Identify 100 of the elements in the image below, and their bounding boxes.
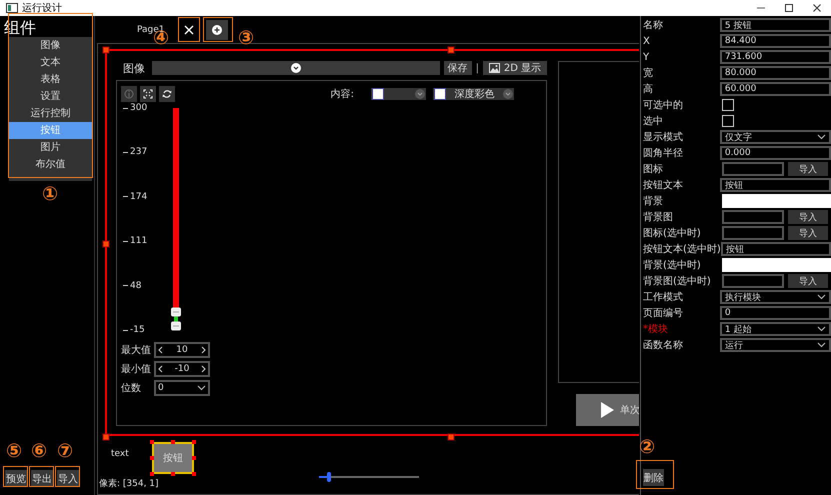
property-label: 显示模式	[642, 130, 684, 144]
annotation-number: ③	[238, 28, 254, 48]
annotation-frame	[55, 466, 80, 487]
setting-label: 位数	[121, 382, 142, 395]
annotation-frame	[29, 466, 54, 487]
import-button[interactable]: 导入	[788, 210, 828, 224]
annotation-number: ②	[639, 437, 656, 457]
number-spinner[interactable]: 10	[154, 342, 210, 358]
resize-handle[interactable]	[102, 434, 110, 440]
chevron-down-icon[interactable]	[817, 134, 826, 140]
component-item[interactable]: 表格	[9, 71, 92, 88]
chevron-down-icon[interactable]	[817, 342, 826, 348]
property-field[interactable]: 80.000	[720, 66, 831, 80]
import-button[interactable]: 导入	[788, 226, 828, 240]
resize-handle[interactable]	[192, 472, 196, 476]
component-item[interactable]: 图像	[9, 37, 92, 54]
play-icon	[600, 402, 614, 418]
resize-handle[interactable]	[150, 456, 154, 460]
add-page-button[interactable]	[206, 20, 228, 40]
property-label: 图标	[642, 162, 664, 176]
file-path-field[interactable]	[722, 162, 784, 176]
color-field[interactable]	[722, 194, 831, 208]
resize-handle[interactable]	[171, 440, 175, 444]
property-label: 背景图	[642, 210, 674, 224]
annotation-number: ⑥	[31, 441, 48, 461]
resize-handle[interactable]	[102, 46, 110, 54]
import-button[interactable]: 导入	[788, 274, 828, 288]
file-path-field[interactable]	[722, 274, 784, 288]
annotation-frame	[3, 466, 28, 487]
preview-button[interactable]: 预览	[5, 470, 27, 487]
property-label: Y	[642, 52, 650, 62]
property-dropdown[interactable]: 运行	[720, 338, 831, 352]
fit-screen-icon[interactable]	[143, 89, 153, 99]
scale-tick-label: 111	[130, 236, 148, 246]
resize-handle[interactable]	[192, 456, 196, 460]
chevron-right-icon[interactable]	[200, 365, 206, 373]
property-field[interactable]: 60.000	[720, 82, 831, 96]
component-item[interactable]: 布尔值	[9, 156, 92, 173]
property-field[interactable]: 731.600	[720, 50, 831, 64]
property-dropdown[interactable]: 1 起始	[720, 322, 831, 336]
setting-label: 最小值	[121, 362, 152, 376]
widget-label: 图像	[123, 60, 145, 76]
digits-dropdown[interactable]: 0	[154, 380, 210, 396]
chevron-right-icon[interactable]	[200, 346, 206, 354]
component-item[interactable]: 文本	[9, 54, 92, 71]
component-item[interactable]: 图片	[9, 139, 92, 156]
display-mode-button[interactable]: 2D 显示	[483, 61, 547, 75]
color-field[interactable]	[722, 258, 831, 272]
component-item[interactable]: 运行控制	[9, 105, 92, 122]
property-field[interactable]: 0.000	[720, 146, 831, 160]
property-label: 背景(选中时)	[642, 258, 702, 272]
property-label: 函数名称	[642, 339, 684, 352]
checkbox[interactable]	[722, 99, 734, 111]
refresh-icon[interactable]	[162, 89, 172, 99]
resize-handle[interactable]	[448, 46, 454, 54]
component-item[interactable]: 设置	[9, 88, 92, 105]
annotation-number: ⑤	[6, 441, 22, 461]
file-path-field[interactable]	[722, 226, 784, 240]
resize-handle[interactable]	[192, 440, 196, 444]
resize-handle[interactable]	[150, 472, 154, 476]
property-field[interactable]: 5 按钮	[720, 18, 831, 32]
property-field[interactable]: 按钮	[720, 242, 831, 256]
resize-handle[interactable]	[102, 240, 110, 248]
import-button[interactable]: 导入	[57, 470, 79, 487]
resize-handle[interactable]	[448, 434, 454, 440]
slider-thumb[interactable]	[327, 472, 331, 482]
pixel-readout: 像素: [354, 1]	[99, 478, 159, 490]
property-label: 背景图(选中时)	[642, 274, 712, 288]
scale-tick-label: 237	[130, 147, 148, 158]
property-label: X	[642, 36, 651, 46]
property-label: 名称	[642, 19, 664, 32]
export-button[interactable]: 导出	[31, 470, 53, 487]
chevron-left-icon[interactable]	[158, 346, 163, 354]
property-dropdown[interactable]: 执行模块	[720, 290, 831, 304]
chevron-down-icon	[290, 63, 301, 73]
resize-handle[interactable]	[171, 472, 175, 476]
zoom-slider[interactable]	[319, 472, 419, 482]
maximize-icon[interactable]	[784, 3, 794, 13]
add-icon	[212, 24, 222, 34]
chevron-down-icon[interactable]	[817, 294, 826, 300]
resize-handle[interactable]	[150, 440, 154, 444]
color-swatch	[372, 88, 384, 100]
chevron-left-icon[interactable]	[158, 365, 163, 373]
property-field[interactable]: 84.400	[720, 34, 831, 48]
chevron-down-icon[interactable]	[817, 326, 826, 332]
property-field[interactable]: 0	[720, 306, 831, 320]
file-path-field[interactable]	[722, 210, 784, 224]
content-dropdown[interactable]: 深度彩色	[433, 88, 514, 100]
chevron-down-icon[interactable]	[197, 385, 206, 391]
property-field[interactable]: 按钮	[720, 178, 831, 192]
property-dropdown[interactable]: 仅文字	[720, 130, 831, 144]
checkbox[interactable]	[722, 115, 734, 127]
delete-button[interactable]: 删除	[643, 469, 664, 486]
save-button[interactable]: 保存	[444, 61, 472, 75]
content-dropdown[interactable]	[371, 88, 426, 100]
property-label: 工作模式	[642, 290, 684, 304]
import-button[interactable]: 导入	[788, 162, 828, 176]
number-spinner[interactable]: -10	[154, 361, 210, 377]
text-widget: text	[111, 449, 129, 459]
close-icon[interactable]	[812, 3, 822, 13]
